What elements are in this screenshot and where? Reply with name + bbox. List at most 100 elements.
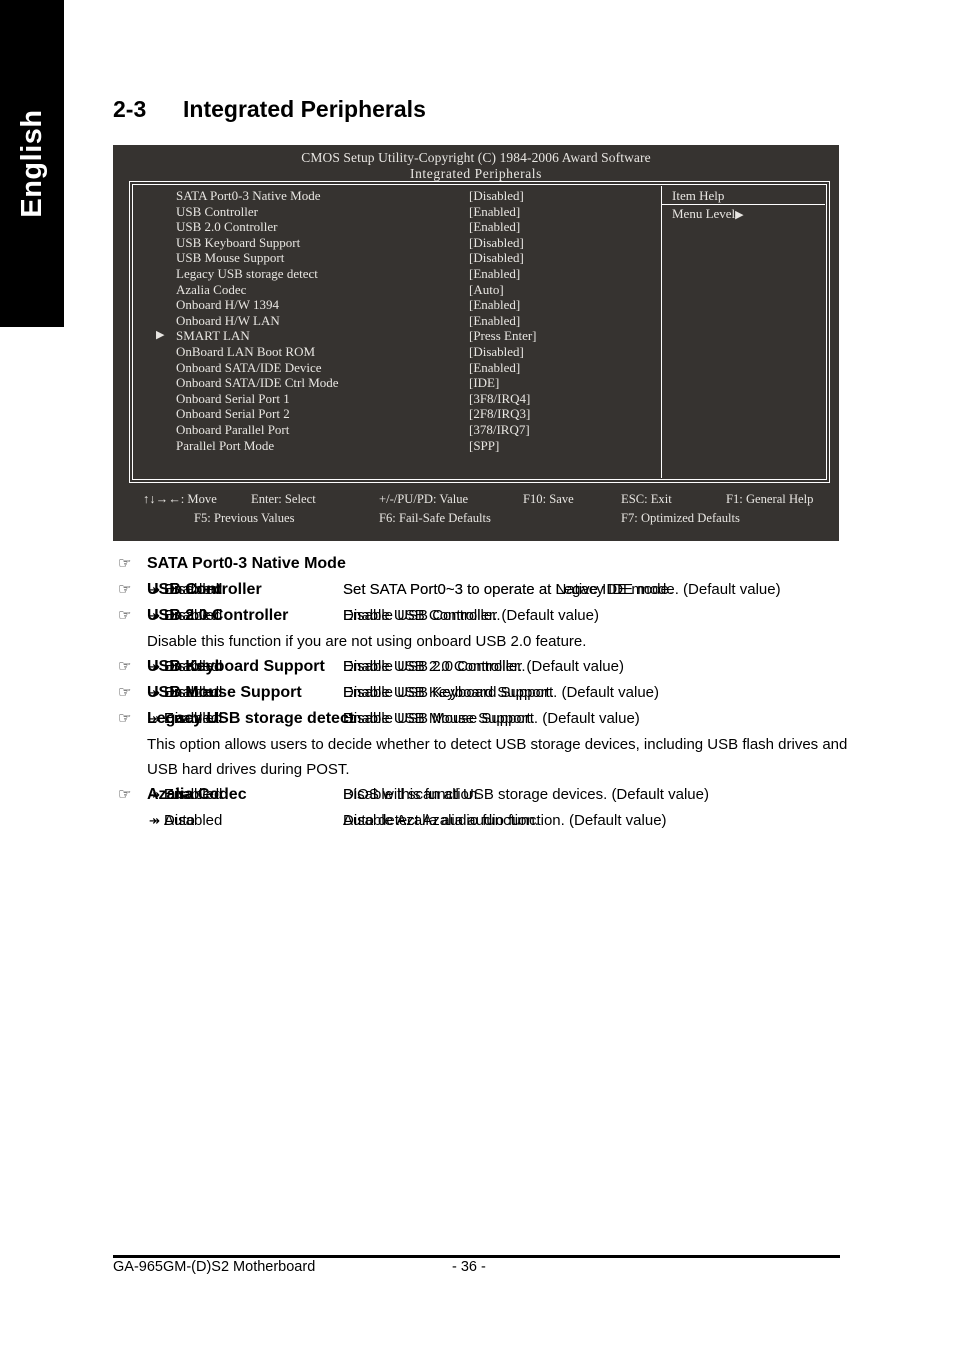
bios-option-label: USB 2.0 Controller [176,219,278,235]
bios-option-row[interactable]: Onboard Parallel Port [378/IRQ7] [134,422,657,438]
bios-title: CMOS Setup Utility-Copyright (C) 1984-20… [301,150,651,165]
bios-option-label: Onboard Serial Port 1 [176,390,290,406]
doc-section: ☞ USB Keyboard Support ↠ Enabled Enable USB … [113,654,843,701]
bios-option-list: SATA Port0-3 Native Mode [Disabled] USB Co… [134,186,657,453]
bios-option-value[interactable]: [Enabled] [469,266,520,282]
bios-option-value[interactable]: [SPP] [469,438,499,454]
key-move: ↑↓→←: Move [143,492,217,506]
doc-section-heading: ☞ SATA Port0-3 Native Mode [113,551,843,577]
bios-option-value[interactable]: [Enabled] [469,313,520,329]
footer-divider [113,1255,840,1258]
doc-section: ☞ USB Controller ↠ Enabled Enable USB Contro… [113,577,843,624]
bios-option-value[interactable]: [Auto] [469,282,504,298]
section-number: 2-3 [113,96,147,122]
bios-option-value[interactable]: [Enabled] [469,360,520,376]
bios-option-row[interactable]: ▶ SMART LAN [Press Enter] [134,328,657,344]
bios-option-row[interactable]: Onboard H/W 1394 [Enabled] [134,297,657,313]
bios-option-label: USB Controller [176,203,258,219]
pointing-hand-icon: ☞ [118,555,132,572]
doc-section-title: Legacy USB storage detect [147,710,355,727]
bios-option-value[interactable]: [Disabled] [469,344,524,360]
doc-section: ☞ SATA Port0-3 Native Mode ↠ Enabled Set SAT… [113,551,843,598]
bios-option-row[interactable]: USB Controller [Enabled] [134,204,657,220]
bios-option-value[interactable]: [Disabled] [469,188,524,204]
bios-option-value[interactable]: [Enabled] [469,219,520,235]
bios-option-label: Parallel Port Mode [176,437,275,453]
bios-option-label: USB Mouse Support [176,250,285,266]
key-previous-values: F5: Previous Values [194,511,295,525]
bios-option-value[interactable]: [2F8/IRQ3] [469,406,530,422]
bios-option-row[interactable]: USB 2.0 Controller [Enabled] [134,219,657,235]
doc-section-title: USB Keyboard Support [147,658,325,675]
doc-section-title: SATA Port0-3 Native Mode [147,555,346,572]
bios-option-row[interactable]: Onboard Serial Port 2 [2F8/IRQ3] [134,406,657,422]
bios-option-row[interactable]: Onboard H/W LAN [Enabled] [134,313,657,329]
bios-setup-screen: CMOS Setup Utility-Copyright (C) 1984-20… [113,145,839,541]
language-tab-label: English [16,109,48,218]
bios-option-row[interactable]: USB Keyboard Support [Disabled] [134,235,657,251]
doc-section-heading: ☞ USB Controller [113,577,843,603]
pointing-hand-icon: ☞ [118,658,132,675]
doc-section: ☞ USB Mouse Support ↠ Enabled Enable USB Mou… [113,680,843,727]
bios-subtitle: Integrated Peripherals [409,166,543,181]
bios-option-label: USB Keyboard Support [176,234,301,250]
key-general-help: F1: General Help [726,492,814,506]
bios-option-label: SATA Port0-3 Native Mode [176,188,321,203]
doc-section: ☞ USB 2.0 Controller Disable this function… [113,603,843,675]
doc-section: ☞ Azalia Codec ↠ Auto Auto detect Azalia aud… [113,782,843,829]
bios-option-value[interactable]: [Press Enter] [469,328,537,344]
bios-option-value[interactable]: [378/IRQ7] [469,422,530,438]
bios-option-value[interactable]: [Enabled] [469,297,520,313]
footer-page-number: - 36 - [452,1259,486,1275]
doc-section-title: USB Mouse Support [147,684,302,701]
bios-option-row[interactable]: USB Mouse Support [Disabled] [134,250,657,266]
bios-option-row[interactable]: Parallel Port Mode [SPP] [134,438,657,454]
chevron-right-icon: ▶ [735,209,744,221]
bios-option-label: Onboard Parallel Port [176,421,290,437]
item-help-panel: Item Help Menu Level▶ [661,186,825,478]
doc-section-heading: ☞ USB 2.0 Controller [113,603,843,629]
pointing-hand-icon: ☞ [118,581,132,598]
bios-option-row[interactable]: Legacy USB storage detect [Enabled] [134,266,657,282]
bios-option-row[interactable]: Onboard SATA/IDE Ctrl Mode [IDE] [134,375,657,391]
section-title: Integrated Peripherals [183,96,426,122]
menu-level-label: Menu Level [672,206,736,221]
doc-section-title: USB Controller [147,581,262,598]
language-tab: English [0,0,64,327]
footer-product: GA-965GM-(D)S2 Motherboard [113,1259,316,1275]
bios-option-value[interactable]: [Disabled] [469,235,524,251]
bios-option-row[interactable]: OnBoard LAN Boot ROM [Disabled] [134,344,657,360]
bios-option-label: Onboard H/W LAN [176,312,280,328]
key-fail-safe: F6: Fail-Safe Defaults [379,511,491,525]
doc-option-name: Disabled [164,812,223,829]
bios-option-value[interactable]: [Enabled] [469,204,520,220]
bios-option-label: Onboard SATA/IDE Device [176,359,322,375]
item-help-title: Item Help [662,186,825,205]
bios-option-row[interactable]: Onboard Serial Port 1 [3F8/IRQ4] [134,391,657,407]
key-value: +/-/PU/PD: Value [379,492,469,506]
bios-option-row[interactable]: SATA Port0-3 Native Mode [Disabled] [134,188,657,204]
doc-option-description: Disable Azalia audio function. [343,812,539,829]
documentation-body: ☞ SATA Port0-3 Native Mode ↠ Enabled Set SAT… [113,551,847,829]
bios-option-value[interactable]: [Disabled] [469,250,524,266]
pointing-hand-icon: ☞ [118,710,132,727]
key-optimized: F7: Optimized Defaults [621,511,740,525]
key-save: F10: Save [523,492,574,506]
submenu-arrow-icon: ▶ [156,329,165,342]
bios-option-label: Onboard Serial Port 2 [176,406,290,422]
doc-section-heading: ☞ USB Keyboard Support [113,654,843,680]
bios-option-value[interactable]: [IDE] [469,375,499,391]
key-esc: ESC: Exit [621,492,672,506]
bios-option-label: Legacy USB storage detect [176,265,318,281]
double-arrow-icon: ↠ [149,813,160,828]
doc-section-title: USB 2.0 Controller [147,607,289,624]
bios-option-row[interactable]: Azalia Codec [Auto] [134,282,657,298]
bios-option-value[interactable]: [3F8/IRQ4] [469,391,530,407]
doc-section-note: Disable this function if you are not usi… [147,633,587,650]
doc-section: ☞ Legacy USB storage detect This option al… [113,706,847,803]
bios-option-row[interactable]: Onboard SATA/IDE Device [Enabled] [134,360,657,376]
pointing-hand-icon: ☞ [118,786,132,803]
doc-section-heading: ☞ Legacy USB storage detect [113,706,843,732]
bios-key-legend: ↑↓→←: Move Enter: Select +/-/PU/PD: Valu… [129,490,830,532]
bios-option-label: Azalia Codec [176,281,247,297]
